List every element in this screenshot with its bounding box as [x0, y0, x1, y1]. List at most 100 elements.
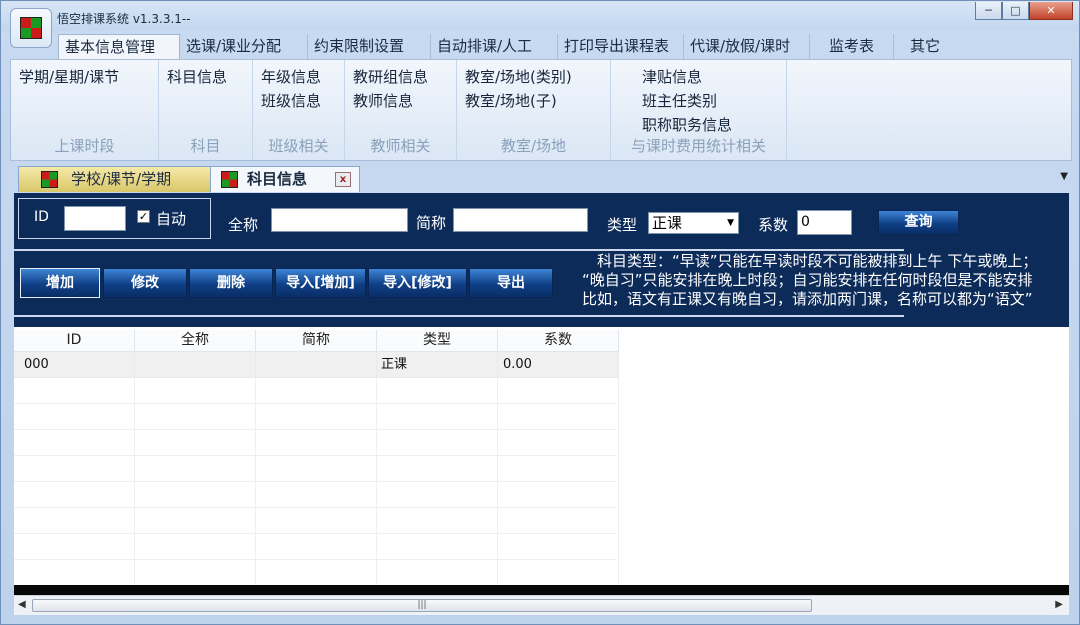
grid-line — [376, 404, 377, 430]
ribbon: 学期/星期/课节 上课时段 科目信息 科目 年级信息 班级信息 班级相关 教研组… — [10, 59, 1072, 161]
module-icon — [221, 171, 238, 188]
tab-substitute[interactable]: 代课/放假/课时 — [684, 34, 810, 60]
table-row[interactable]: 000 正课 0.00 — [14, 352, 619, 378]
grid-line — [497, 482, 498, 508]
add-button[interactable]: 增加 — [20, 268, 100, 298]
grid-line — [255, 482, 256, 508]
type-select-value: 正课 — [652, 214, 683, 232]
cell-fullname — [135, 352, 256, 378]
edit-button[interactable]: 修改 — [103, 268, 187, 298]
ribbon-group-fee-stats: 津贴信息 班主任类别 职称职务信息 与课时费用统计相关 — [611, 60, 787, 160]
grid-line — [134, 456, 135, 482]
grid-line — [134, 534, 135, 560]
ribbon-item-allowance[interactable]: 津贴信息 — [642, 66, 732, 90]
horizontal-scrollbar[interactable]: ◀ ||| ▶ — [14, 595, 1069, 615]
coef-input[interactable]: 0 — [797, 210, 852, 235]
doc-tab-subject-info[interactable]: 科目信息 x — [210, 166, 360, 192]
scroll-left-icon[interactable]: ◀ — [18, 599, 26, 610]
ribbon-item-teacher-info[interactable]: 教师信息 — [353, 90, 428, 114]
column-header-fullname[interactable]: 全称 — [135, 330, 256, 352]
shortname-input[interactable] — [453, 208, 588, 232]
minimize-button[interactable]: ─ — [975, 2, 1002, 20]
cell-coef: 0.00 — [498, 352, 619, 378]
delete-button[interactable]: 删除 — [189, 268, 273, 298]
column-header-shortname[interactable]: 简称 — [256, 330, 377, 352]
tab-basic-info[interactable]: 基本信息管理 — [58, 34, 180, 60]
empty-table-row — [14, 508, 619, 534]
ribbon-item-class-info[interactable]: 班级信息 — [261, 90, 321, 114]
hint-line: “晚自习”只能安排在晚上时段；自习能安排在任何时段但是不能安排 — [582, 271, 1033, 289]
ribbon-group-title: 与课时费用统计相关 — [630, 137, 766, 155]
subject-table: ID 全称 简称 类型 系数 000 正课 0.00 — [14, 330, 1069, 586]
document-tabs: 学校/课节/学期 科目信息 x ▼ — [10, 164, 1072, 192]
ribbon-group-title: 教师相关 — [370, 137, 431, 155]
grid-line — [618, 404, 619, 430]
maximize-button[interactable]: □ — [1002, 2, 1029, 20]
doc-tab-label: 学校/课节/学期 — [71, 170, 172, 188]
hint-line: 比如，语文有正课又有晚自习，请添加两门课，名称可以都为“语文” — [582, 290, 1033, 308]
column-header-type[interactable]: 类型 — [377, 330, 498, 352]
grid-line — [618, 430, 619, 456]
grid-line — [376, 482, 377, 508]
id-input[interactable] — [64, 206, 126, 231]
tab-other[interactable]: 其它 — [894, 34, 956, 60]
ribbon-group-title: 上课时段 — [54, 137, 115, 155]
cell-shortname — [256, 352, 377, 378]
app-menu-button[interactable] — [10, 8, 52, 48]
column-header-coef[interactable]: 系数 — [498, 330, 619, 352]
query-button[interactable]: 查询 — [878, 210, 959, 235]
ribbon-item-classroom-category[interactable]: 教室/场地(类别) — [465, 66, 572, 90]
tabs-overflow-dropdown-icon[interactable]: ▼ — [1060, 171, 1068, 182]
grid-line — [376, 378, 377, 404]
auto-checkbox[interactable]: ✓ — [137, 210, 150, 223]
grid-line — [255, 508, 256, 534]
tab-constraints[interactable]: 约束限制设置 — [308, 34, 431, 60]
tab-print-export[interactable]: 打印导出课程表 — [558, 34, 684, 60]
grid-line — [497, 508, 498, 534]
ribbon-item-teaching-group[interactable]: 教研组信息 — [353, 66, 428, 90]
fullname-input[interactable] — [271, 208, 408, 232]
empty-table-row — [14, 560, 619, 586]
import-add-button[interactable]: 导入[增加] — [275, 268, 366, 298]
ribbon-group-classroom: 教室/场地(类别) 教室/场地(子) 教室/场地 — [457, 60, 611, 160]
empty-table-row — [14, 482, 619, 508]
table-header: ID 全称 简称 类型 系数 — [14, 330, 619, 352]
close-button[interactable]: ✕ — [1029, 2, 1073, 20]
type-select[interactable]: 正课 ▼ — [648, 212, 739, 234]
column-header-id[interactable]: ID — [14, 330, 135, 352]
grid-line — [376, 508, 377, 534]
grid-line — [255, 560, 256, 586]
grid-line — [497, 534, 498, 560]
coef-label: 系数 — [758, 216, 789, 234]
scrollbar-thumb[interactable]: ||| — [32, 599, 812, 612]
app-window: 悟空排课系统 v1.3.3.1-- ─ □ ✕ 基本信息管理 选课/课业分配 约… — [0, 0, 1080, 625]
close-tab-icon[interactable]: x — [335, 172, 351, 187]
grid-line — [376, 560, 377, 586]
empty-table-row — [14, 430, 619, 456]
doc-tab-school-period-term[interactable]: 学校/课节/学期 — [18, 166, 216, 192]
grid-line — [497, 456, 498, 482]
grid-line — [376, 456, 377, 482]
grid-line — [618, 560, 619, 586]
grid-line — [255, 430, 256, 456]
export-button[interactable]: 导出 — [469, 268, 553, 298]
ribbon-item-term-week-period[interactable]: 学期/星期/课节 — [19, 66, 119, 90]
status-strip — [14, 585, 1069, 595]
grid-line — [134, 482, 135, 508]
grid-line — [134, 378, 135, 404]
ribbon-item-grade-info[interactable]: 年级信息 — [261, 66, 321, 90]
grid-line — [134, 404, 135, 430]
tab-auto-scheduling[interactable]: 自动排课/人工 — [431, 34, 558, 60]
ribbon-item-headteacher-category[interactable]: 班主任类别 — [642, 90, 732, 114]
ribbon-group-title: 科目 — [190, 137, 221, 155]
ribbon-item-classroom-sub[interactable]: 教室/场地(子) — [465, 90, 572, 114]
grid-line — [134, 430, 135, 456]
ribbon-item-subject-info[interactable]: 科目信息 — [167, 66, 227, 90]
import-edit-button[interactable]: 导入[修改] — [368, 268, 467, 298]
tab-course-selection[interactable]: 选课/课业分配 — [180, 34, 308, 60]
grid-line — [497, 378, 498, 404]
tab-exam-proctor[interactable]: 监考表 — [810, 34, 894, 60]
scroll-right-icon[interactable]: ▶ — [1055, 599, 1063, 610]
grid-line — [134, 508, 135, 534]
grid-line — [497, 560, 498, 586]
